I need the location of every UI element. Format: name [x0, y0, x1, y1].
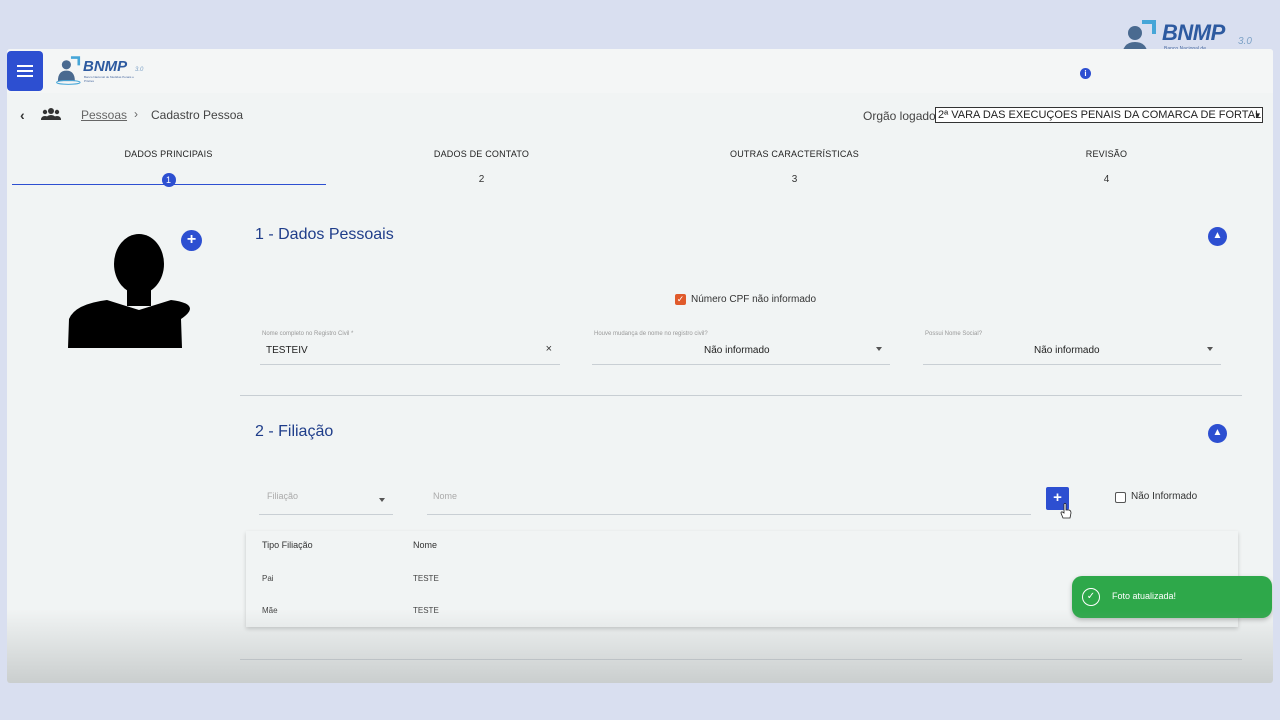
section-title-dados-pessoais: 1 - Dados Pessoais — [255, 226, 394, 243]
hamburger-menu-button[interactable] — [7, 51, 43, 91]
field-label: Nome completo no Registro Civil * — [262, 331, 354, 337]
dropdown-arrow-icon — [379, 498, 385, 502]
select-placeholder: Filiação — [267, 491, 299, 501]
field-value: Não informado — [704, 345, 770, 356]
toast-message: Foto atualizada! — [1112, 591, 1177, 601]
corner-logo-text: BNMP — [1162, 20, 1225, 45]
hand-cursor-icon — [1060, 503, 1072, 519]
field-value: TESTEIV — [266, 345, 308, 356]
field-label: Possui Nome Social? — [925, 331, 983, 337]
person-logo-icon — [56, 56, 81, 85]
nome-completo-field[interactable]: Nome completo no Registro Civil * TESTEI… — [260, 331, 560, 365]
table-cell-tipo: Pai — [262, 574, 274, 583]
section-divider — [240, 659, 1242, 660]
stepper: DADOS PRINCIPAIS 1 DADOS DE CONTATO 2 OU… — [7, 149, 1273, 199]
check-circle-icon: ✓ — [1082, 588, 1100, 606]
back-chevron-icon[interactable]: ‹ — [20, 107, 25, 123]
cpf-checkbox-label: Número CPF não informado — [691, 294, 817, 305]
dropdown-arrow-icon — [1207, 347, 1213, 351]
collapse-dados-pessoais-button[interactable]: ▲ — [1208, 227, 1227, 246]
step-label: REVISÃO — [1085, 149, 1128, 159]
corner-logo-version: 3.0 — [1238, 36, 1252, 47]
app-logo[interactable]: BNMP Banco Nacional de Medidas Penais e … — [55, 55, 155, 87]
success-toast[interactable]: ✓ Foto atualizada! — [1072, 576, 1272, 618]
step-outras-caracteristicas[interactable]: OUTRAS CARACTERÍSTICAS 3 — [638, 149, 951, 189]
people-group-icon — [41, 108, 61, 120]
breadcrumb-current: Cadastro Pessoa — [151, 108, 244, 122]
section-title-filiacao: 2 - Filiação — [255, 423, 334, 440]
top-bar: BNMP Banco Nacional de Medidas Penais e … — [7, 49, 1273, 93]
table-cell-tipo: Mãe — [262, 606, 278, 615]
info-icon[interactable]: i — [1080, 68, 1091, 79]
app-window: BNMP Banco Nacional de Medidas Penais e … — [7, 49, 1273, 683]
step-number: 4 — [1103, 174, 1110, 185]
breadcrumb-chevron-icon: › — [134, 107, 138, 121]
app-logo-text: BNMP — [83, 58, 128, 75]
step-label: DADOS PRINCIPAIS — [124, 149, 213, 159]
filiacao-type-select[interactable]: Filiação — [259, 485, 393, 515]
input-placeholder: Nome — [433, 491, 458, 501]
app-logo-version: 3.0 — [135, 67, 144, 73]
select-arrow-icon: ▾ — [1255, 110, 1260, 120]
menu-icon-bar — [17, 75, 33, 77]
step-number: 2 — [478, 174, 485, 185]
table-cell-nome: TESTE — [413, 574, 439, 583]
filiacao-nome-input[interactable]: Nome — [427, 485, 1031, 515]
breadcrumb-link-pessoas[interactable]: Pessoas — [81, 108, 127, 122]
step-number-badge: 1 — [161, 173, 176, 187]
orgao-select-value: 2ª VARA DAS EXECUÇOES PENAIS DA COMARCA … — [938, 109, 1263, 121]
step-revisao[interactable]: REVISÃO 4 — [950, 149, 1263, 189]
breadcrumb: ‹ Pessoas › Cadastro Pessoa Orgão logado… — [7, 95, 1273, 135]
orgao-label: Orgão logado: — [863, 109, 940, 123]
nome-social-select[interactable]: Possui Nome Social? Não informado — [923, 331, 1221, 365]
step-dados-principais[interactable]: DADOS PRINCIPAIS 1 — [12, 149, 325, 189]
step-dados-de-contato[interactable]: DADOS DE CONTATO 2 — [325, 149, 638, 189]
step-number: 3 — [791, 174, 798, 185]
menu-icon-bar — [17, 65, 33, 67]
app-logo-subtitle: Banco Nacional de Medidas Penais e Prisõ… — [84, 75, 134, 83]
section-divider — [240, 395, 1242, 396]
nao-informado-checkbox[interactable] — [1115, 492, 1126, 503]
collapse-filiacao-button[interactable]: ▲ — [1208, 424, 1227, 443]
table-header-nome: Nome — [413, 540, 438, 550]
step-label: OUTRAS CARACTERÍSTICAS — [730, 149, 859, 159]
cpf-checkbox[interactable]: ✓ — [675, 294, 686, 305]
clear-icon[interactable]: × — [546, 343, 552, 355]
field-value: Não informado — [1034, 345, 1100, 356]
field-label: Houve mudança de nome no registro civil? — [594, 331, 708, 337]
table-cell-nome: TESTE — [413, 606, 439, 615]
dropdown-arrow-icon — [876, 347, 882, 351]
table-header-tipo: Tipo Filiação — [262, 540, 313, 550]
add-photo-button[interactable]: + — [181, 230, 202, 251]
mudanca-nome-select[interactable]: Houve mudança de nome no registro civil?… — [592, 331, 890, 365]
step-label: DADOS DE CONTATO — [433, 149, 530, 159]
orgao-select[interactable]: 2ª VARA DAS EXECUÇOES PENAIS DA COMARCA … — [935, 107, 1263, 123]
menu-icon-bar — [17, 70, 33, 72]
nao-informado-label: Não Informado — [1131, 491, 1198, 502]
